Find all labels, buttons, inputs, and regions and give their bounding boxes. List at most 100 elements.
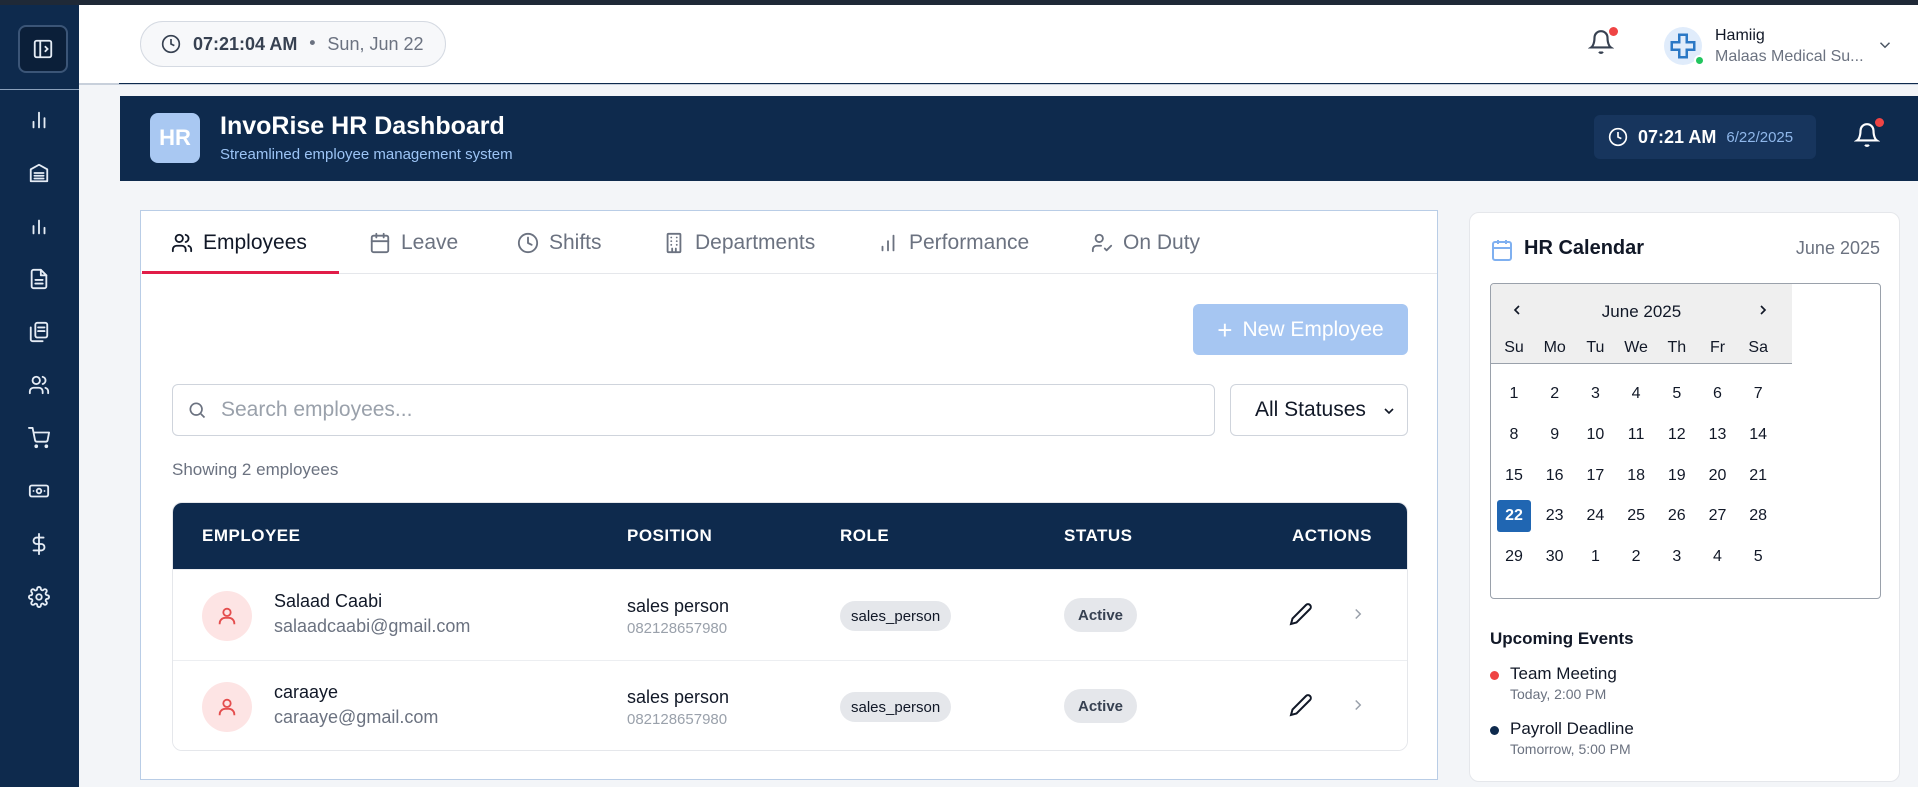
current-date: Sun, Jun 22 [327,33,424,54]
calendar-day[interactable]: 17 [1578,460,1612,492]
status-filter-select[interactable]: All Statuses [1230,384,1408,436]
warehouse-icon [29,163,49,183]
calendar-day[interactable]: 5 [1660,378,1694,410]
day-of-week-label: Su [1504,339,1524,356]
sidebar-item-stats[interactable] [24,211,54,241]
calendar-day[interactable]: 2 [1538,378,1572,410]
tab-label: On Duty [1123,230,1201,254]
user-menu[interactable]: Hamiig Malaas Medical Su... [1664,23,1904,69]
new-employee-label: New Employee [1242,317,1384,341]
avatar [202,682,252,732]
hr-logo: HR [150,113,200,163]
edit-employee-button[interactable] [1289,602,1315,628]
calendar-day-selected[interactable]: 22 [1497,500,1531,533]
calendar-day[interactable]: 1 [1497,378,1531,410]
chevron-right-icon [1760,305,1767,315]
banner-notifications-button[interactable] [1853,118,1884,152]
calendar-day[interactable]: 25 [1619,500,1653,532]
calendar-day[interactable]: 3 [1578,378,1612,410]
employee-email: salaadcaabi@gmail.com [274,616,471,636]
sidebar-item-warehouse[interactable] [24,158,54,188]
calendar-day[interactable]: 30 [1538,541,1572,573]
view-employee-button[interactable] [1349,605,1369,625]
day-of-week-label: Fr [1709,339,1726,356]
sidebar-item-finance[interactable] [24,529,54,559]
tab-shifts[interactable]: Shifts [517,211,602,274]
calendar-day[interactable]: 9 [1538,419,1572,451]
clock-icon [517,232,539,253]
calendar-day[interactable]: 18 [1619,460,1653,492]
tab-on-duty[interactable]: On Duty [1091,211,1200,274]
sidebar-item-users[interactable] [24,370,54,400]
banner-time: 07:21 AM [1638,126,1717,147]
calendar-day[interactable]: 3 [1660,541,1694,573]
calendar-day[interactable]: 7 [1741,378,1775,410]
tab-leave[interactable]: Leave [369,211,458,274]
table-row[interactable]: caraaye caraaye@gmail.com sales person 0… [173,660,1407,750]
tab-label: Leave [401,230,459,254]
table-row[interactable]: Salaad Caabi salaadcaabi@gmail.com sales… [173,569,1407,660]
calendar-day[interactable]: 8 [1497,419,1531,451]
sidebar-item-documents[interactable] [24,264,54,294]
new-employee-button[interactable]: + New Employee [1193,304,1408,355]
separator-dot: • [307,34,318,54]
pencil-icon [1289,603,1312,626]
calendar-day[interactable]: 21 [1741,460,1775,492]
event-time: Today, 2:00 PM [1510,686,1607,702]
calendar-day[interactable]: 15 [1497,460,1531,492]
calendar-day[interactable]: 1 [1578,541,1612,573]
notification-dot [1609,27,1618,36]
event-item[interactable]: Payroll Deadline Tomorrow, 5:00 PM [1490,719,1880,763]
sidebar-item-files[interactable] [24,317,54,347]
day-of-week-label: Th [1667,339,1687,356]
calendar-day[interactable]: 20 [1701,460,1735,492]
banner-clock: 07:21 AM 6/22/2025 [1594,115,1816,159]
search-input[interactable] [221,398,1171,422]
calendar-day[interactable]: 4 [1619,378,1653,410]
tab-employees[interactable]: Employees [171,211,307,274]
calendar-day[interactable]: 29 [1497,541,1531,573]
calendar-day[interactable]: 10 [1578,419,1612,451]
tab-performance[interactable]: Performance [877,211,1029,274]
calendar-day[interactable]: 13 [1701,419,1735,451]
calendar-day[interactable]: 2 [1619,541,1653,573]
clock-icon [1608,127,1628,147]
calendar-day[interactable]: 23 [1538,500,1572,532]
current-time: 07:21:04 AM [193,33,298,54]
calendar-day[interactable]: 4 [1701,541,1735,573]
sidebar-item-cash[interactable] [24,476,54,506]
sidebar-item-cart[interactable] [24,423,54,453]
sidebar-item-settings[interactable] [24,582,54,612]
table-header: EMPLOYEE POSITION ROLE STATUS ACTIONS [173,503,1407,569]
calendar-day[interactable]: 11 [1619,419,1653,451]
calendar-day[interactable]: 24 [1578,500,1612,532]
event-name: Team Meeting [1510,664,1617,683]
next-month-button[interactable] [1755,302,1775,322]
calendar-day[interactable]: 12 [1660,419,1694,451]
event-item[interactable]: Team Meeting Today, 2:00 PM [1490,664,1880,708]
employee-position: sales person [627,687,730,707]
sidebar-divider [0,89,79,90]
calendar-day[interactable]: 19 [1660,460,1694,492]
status-badge: Active [1064,689,1138,723]
notifications-button[interactable] [1587,27,1618,59]
calendar-day[interactable]: 14 [1741,419,1775,451]
sidebar-item-analytics[interactable] [24,105,54,135]
plus-icon: + [1217,314,1233,345]
user-menu-chevron[interactable] [1876,36,1894,58]
tab-departments[interactable]: Departments [663,211,815,274]
calendar-day[interactable]: 16 [1538,460,1572,492]
edit-employee-button[interactable] [1289,693,1315,719]
calendar-day[interactable]: 27 [1701,500,1735,532]
column-header-actions: ACTIONS [1292,526,1372,545]
view-employee-button[interactable] [1349,696,1369,716]
calendar-day[interactable]: 6 [1701,378,1735,410]
calendar-day[interactable]: 5 [1741,541,1775,573]
day-of-week-label: Sa [1748,339,1768,356]
calendar-day[interactable]: 26 [1660,500,1694,532]
active-tab-indicator [142,271,339,274]
calendar-day[interactable]: 28 [1741,500,1775,532]
sidebar-toggle-button[interactable] [18,25,68,73]
bar-chart-icon [881,234,895,251]
medical-cross-icon [1670,33,1696,59]
